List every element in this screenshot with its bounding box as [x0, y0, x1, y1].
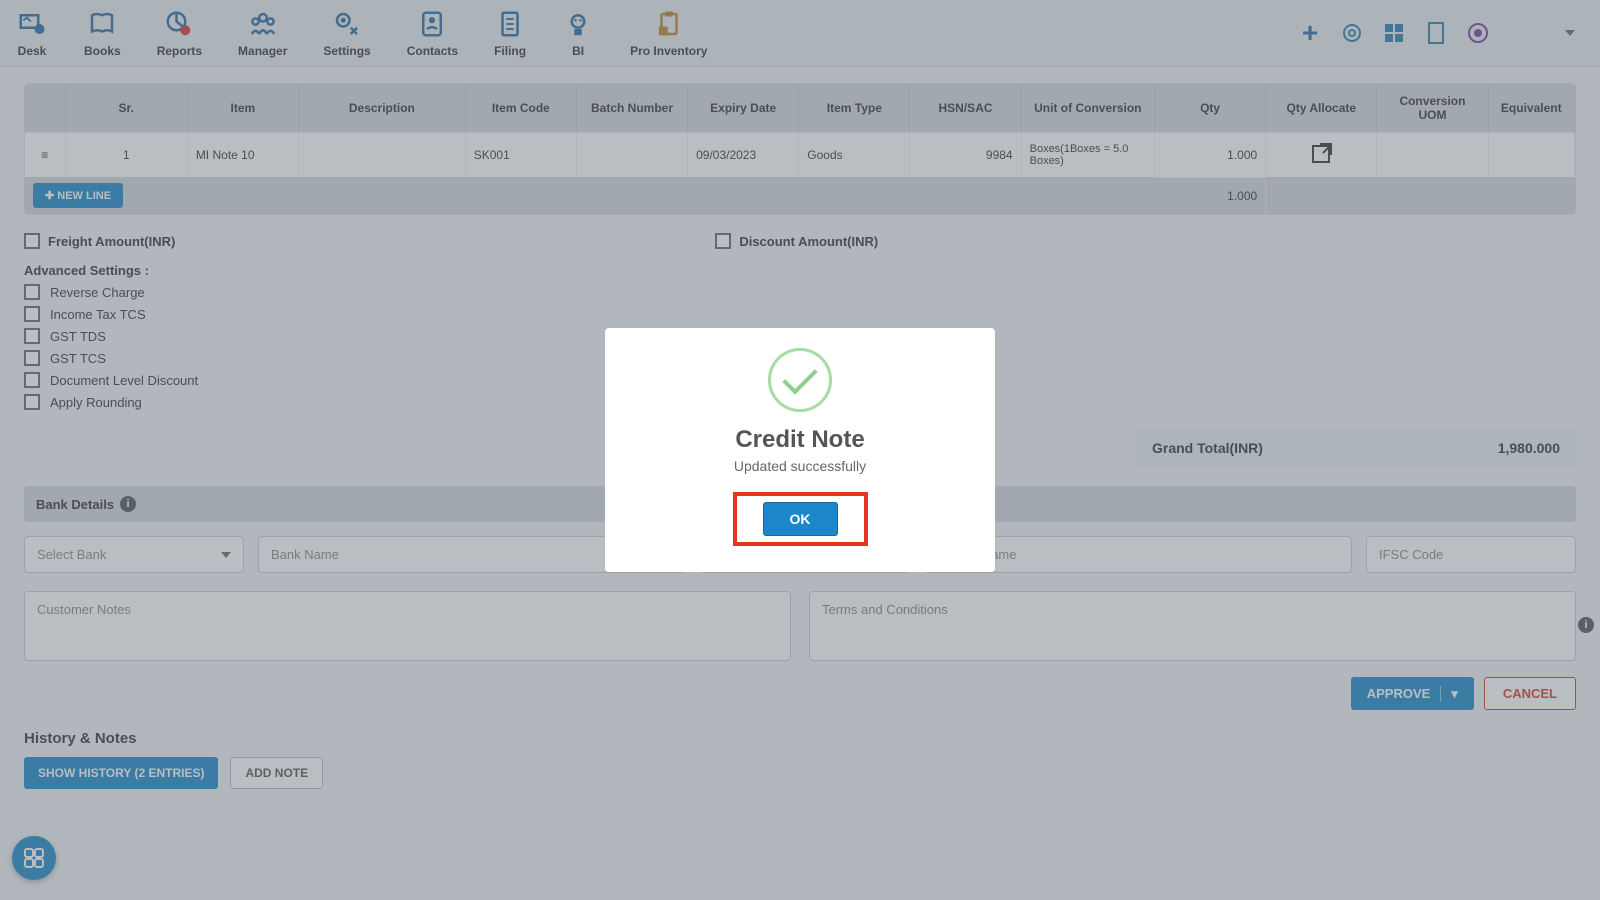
- ok-button[interactable]: OK: [763, 502, 838, 536]
- ok-highlight: OK: [733, 492, 868, 546]
- modal-message: Updated successfully: [629, 458, 971, 474]
- modal-overlay[interactable]: Credit Note Updated successfully OK: [0, 0, 1600, 900]
- modal-title: Credit Note: [629, 426, 971, 454]
- success-check-icon: [768, 348, 832, 412]
- success-modal: Credit Note Updated successfully OK: [605, 328, 995, 572]
